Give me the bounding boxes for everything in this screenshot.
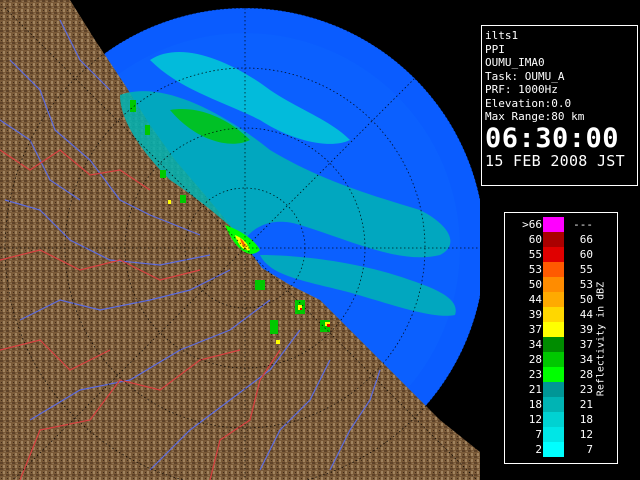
legend-row: 7 12 — [505, 427, 617, 442]
max-range-value: Max Range:80 km — [485, 110, 585, 123]
legend-high-value: --- — [573, 218, 593, 231]
legend-high-value: 44 — [579, 308, 593, 321]
legend-row: 53 55 — [505, 262, 617, 277]
legend-low-value: 12 — [528, 413, 542, 426]
legend-high-value: 66 — [579, 233, 593, 246]
legend-color-swatch — [543, 367, 564, 382]
radar-id: ilts1 — [485, 29, 519, 42]
legend-color-swatch — [543, 307, 564, 322]
legend-color-swatch — [543, 247, 564, 262]
scan-date: 15 FEB 2008 JST — [485, 151, 625, 170]
legend-low-value: 2 — [535, 443, 542, 456]
legend-low-value: 55 — [528, 248, 542, 261]
legend-title: Reflectivity in dBZ — [595, 281, 607, 397]
legend-high-value: 37 — [579, 338, 593, 351]
reflectivity-legend: >66 --- 60 66 55 60 53 55 50 53 44 50 39 44 37 39 34 37 28… — [504, 212, 618, 464]
legend-low-value: 7 — [535, 428, 542, 441]
legend-low-value: 18 — [528, 398, 542, 411]
legend-high-value: 50 — [579, 293, 593, 306]
legend-high-value: 39 — [579, 323, 593, 336]
legend-color-swatch — [543, 427, 564, 442]
legend-low-value: 37 — [528, 323, 542, 336]
legend-high-value: 7 — [586, 443, 593, 456]
legend-row: 12 18 — [505, 412, 617, 427]
radar-ppi-map[interactable] — [0, 0, 480, 480]
legend-high-value: 12 — [579, 428, 593, 441]
legend-color-swatch — [543, 382, 564, 397]
elevation-value: Elevation:0.0 — [485, 96, 572, 110]
legend-low-value: 44 — [528, 293, 542, 306]
scan-type: PPI — [485, 42, 505, 56]
prf-value: PRF: 1000Hz — [485, 83, 558, 96]
legend-color-swatch — [543, 442, 564, 457]
legend-row: 18 21 — [505, 397, 617, 412]
legend-low-value: 28 — [528, 353, 542, 366]
legend-low-value: 34 — [528, 338, 542, 351]
legend-high-value: 23 — [579, 383, 593, 396]
legend-color-swatch — [543, 217, 564, 232]
legend-color-swatch — [543, 262, 564, 277]
product-name: OUMU_IMA0 — [485, 56, 545, 69]
legend-low-value: 53 — [528, 263, 542, 276]
legend-color-swatch — [543, 322, 564, 337]
legend-low-value: 60 — [528, 233, 542, 246]
legend-row: 55 60 — [505, 247, 617, 262]
scan-time: 06:30:00 — [485, 122, 620, 154]
task-name: Task: OUMU_A — [485, 69, 565, 83]
legend-low-value: >66 — [522, 218, 542, 231]
legend-low-value: 21 — [528, 383, 542, 396]
legend-color-swatch — [543, 337, 564, 352]
legend-high-value: 53 — [579, 278, 593, 291]
legend-high-value: 28 — [579, 368, 593, 381]
legend-high-value: 60 — [579, 248, 593, 261]
legend-color-swatch — [543, 412, 564, 427]
legend-color-swatch — [543, 397, 564, 412]
legend-high-value: 21 — [579, 398, 593, 411]
legend-row: >66 --- — [505, 217, 617, 232]
legend-high-value: 18 — [579, 413, 593, 426]
legend-low-value: 50 — [528, 278, 542, 291]
legend-high-value: 34 — [579, 353, 593, 366]
legend-row: 27 — [505, 442, 617, 457]
legend-low-value: 39 — [528, 308, 542, 321]
radar-info-panel: ilts1 PPI OUMU_IMA0 Task: OUMU_A PRF: 10… — [481, 25, 638, 186]
legend-color-swatch — [543, 352, 564, 367]
legend-row: 60 66 — [505, 232, 617, 247]
radar-map-canvas — [0, 0, 480, 480]
legend-color-swatch — [543, 232, 564, 247]
legend-color-swatch — [543, 277, 564, 292]
legend-color-swatch — [543, 292, 564, 307]
legend-high-value: 55 — [579, 263, 593, 276]
legend-low-value: 23 — [528, 368, 542, 381]
